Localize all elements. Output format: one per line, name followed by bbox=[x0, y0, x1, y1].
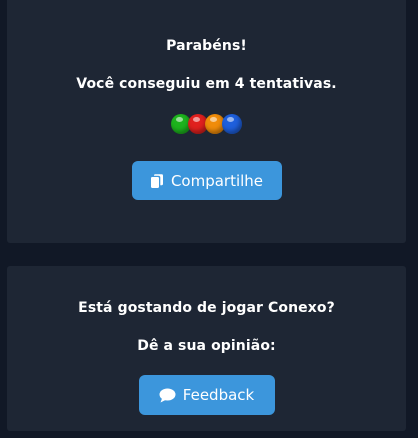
feedback-card: Está gostando de jogar Conexo? Dê a sua … bbox=[7, 266, 406, 431]
feedback-button[interactable]: Feedback bbox=[138, 375, 275, 415]
congrats-title: Parabéns! bbox=[166, 38, 247, 54]
result-card: Parabéns! Você conseguiu em 4 tentativas… bbox=[7, 0, 406, 243]
feedback-prompt: Dê a sua opinião: bbox=[137, 338, 276, 354]
attempt-dots bbox=[171, 114, 242, 134]
speech-bubble-icon bbox=[159, 388, 176, 403]
copy-icon bbox=[150, 173, 164, 189]
blue-dot-icon bbox=[222, 114, 242, 134]
feedback-question: Está gostando de jogar Conexo? bbox=[78, 300, 335, 316]
share-button-label: Compartilhe bbox=[170, 171, 264, 190]
attempts-message: Você conseguiu em 4 tentativas. bbox=[76, 76, 337, 92]
share-button[interactable]: Compartilhe bbox=[131, 161, 282, 200]
feedback-button-label: Feedback bbox=[182, 386, 255, 404]
